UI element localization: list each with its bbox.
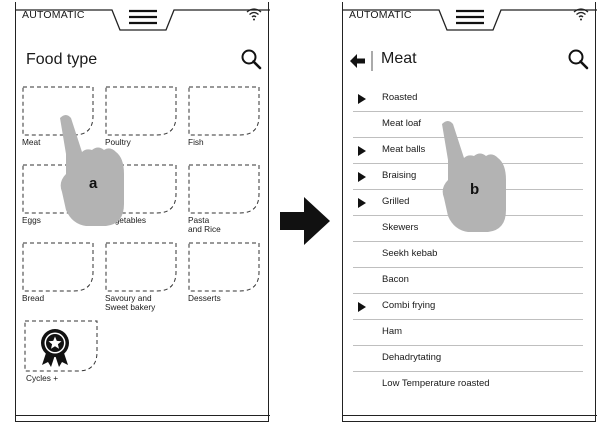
tile-label: Desserts	[188, 293, 221, 303]
pointing-hand-icon	[442, 121, 506, 232]
tile-desserts[interactable]: Desserts	[188, 242, 260, 303]
tile-fish[interactable]: Fish	[188, 86, 260, 147]
tile-frame	[188, 242, 260, 292]
tile-pasta-rice[interactable]: Pasta and Rice	[188, 164, 260, 234]
tile-frame	[188, 164, 260, 214]
tile-label: Cycles +	[26, 373, 59, 383]
tile-bread[interactable]: Bread	[22, 242, 94, 303]
list-item-label: Roasted	[382, 92, 418, 103]
list-item[interactable]: Roasted	[353, 86, 583, 112]
tile-label: Pasta and Rice	[188, 215, 221, 234]
tile-cycles[interactable]: Cycles +	[24, 320, 98, 383]
wifi-icon	[246, 8, 262, 21]
tile-label: Bread	[22, 293, 45, 303]
list-item-label: Braising	[382, 170, 417, 181]
list-item[interactable]: Dehadrytating	[353, 346, 583, 372]
search-icon[interactable]	[567, 48, 589, 70]
award-star-icon	[41, 329, 69, 367]
list-item-label: Combi frying	[382, 300, 436, 311]
list-item-label: Bacon	[382, 274, 409, 285]
triangle-right-icon	[358, 94, 366, 104]
list-item-label: Low Temperature roasted	[382, 378, 490, 389]
triangle-right-icon	[358, 302, 366, 312]
tile-frame	[22, 242, 94, 292]
list-item-label: Meat balls	[382, 144, 426, 155]
list-item-label: Skewers	[382, 222, 419, 233]
screen-bottom-edge	[341, 414, 597, 416]
search-icon[interactable]	[240, 48, 262, 70]
tile-savoury-sweet-bakery[interactable]: Savoury and Sweet bakery	[105, 242, 177, 312]
menu-icon[interactable]	[343, 2, 597, 32]
back-arrow-icon[interactable]	[349, 50, 375, 72]
triangle-right-icon	[358, 146, 366, 156]
list-item[interactable]: Ham	[353, 320, 583, 346]
title-row: Food type	[16, 44, 268, 78]
callout-label: a	[89, 175, 98, 192]
list-item-label: Dehadrytating	[382, 352, 442, 363]
page-title: Food type	[26, 51, 98, 68]
list-item-label: Seekh kebab	[382, 248, 438, 259]
callout-label: b	[470, 181, 480, 198]
status-bar: AUTOMATIC	[16, 2, 270, 32]
tile-label: Fish	[188, 137, 204, 147]
list-item-label: Meat loaf	[382, 118, 422, 129]
title-row: Meat	[343, 44, 595, 78]
list-item-label: Ham	[382, 326, 403, 337]
tile-label: Eggs	[22, 215, 41, 225]
right-arrow-icon	[280, 197, 330, 245]
triangle-right-icon	[358, 172, 366, 182]
pointing-hand-icon	[60, 115, 124, 226]
page-title: Meat	[381, 50, 417, 67]
triangle-right-icon	[358, 198, 366, 208]
menu-icon[interactable]	[16, 2, 270, 32]
list-item[interactable]: Seekh kebab	[353, 242, 583, 268]
status-bar: AUTOMATIC	[343, 2, 597, 32]
list-item[interactable]: Bacon	[353, 268, 583, 294]
tile-label: Meat	[22, 137, 41, 147]
list-item-label: Grilled	[382, 196, 410, 207]
tile-label: Savoury and Sweet bakery	[105, 293, 156, 312]
tile-frame	[188, 86, 260, 136]
wifi-icon	[573, 8, 589, 21]
list-item[interactable]: Low Temperature roasted	[353, 372, 583, 398]
screen-bottom-edge	[14, 414, 270, 416]
tile-frame	[105, 242, 177, 292]
list-item[interactable]: Combi frying	[353, 294, 583, 320]
